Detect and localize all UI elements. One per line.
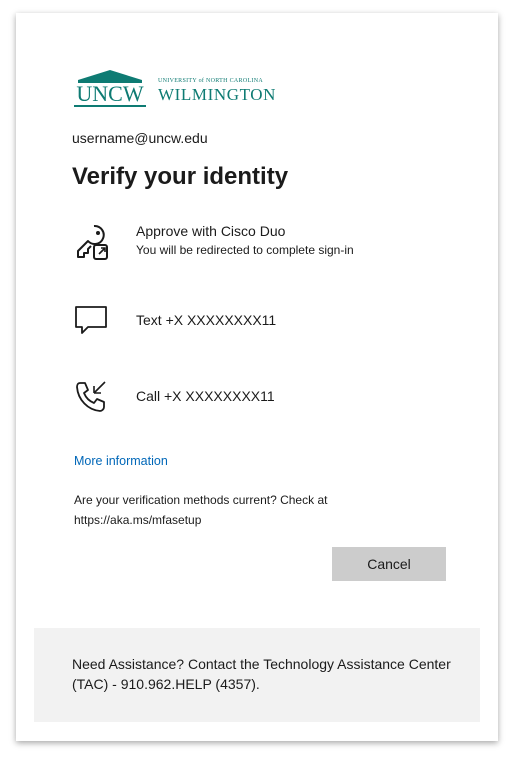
option-duo-label: Approve with Cisco Duo	[136, 223, 286, 239]
uncw-logo: UNCW UNIVERSITY of NORTH CAROLINA WILMIN…	[72, 68, 275, 110]
key-phone-icon	[77, 224, 108, 260]
more-information-link[interactable]: More information	[74, 454, 168, 468]
option-approve-duo[interactable]: Approve with Cisco Duo You will be redir…	[72, 221, 472, 273]
message-icon	[75, 306, 107, 334]
assistance-text: Need Assistance? Contact the Technology …	[72, 656, 451, 692]
phone-call-icon	[76, 381, 106, 412]
uncw-building-logo-icon: UNCW	[74, 70, 146, 107]
username-label: username@uncw.edu	[72, 130, 208, 146]
option-duo-sublabel: You will be redirected to complete sign-…	[136, 243, 354, 257]
page-title: Verify your identity	[72, 163, 289, 190]
option-call[interactable]: Call +X XXXXXXXX11	[72, 377, 472, 429]
verification-methods-text: Are your verification methods current? C…	[74, 493, 328, 527]
sign-in-card: UNCW UNIVERSITY of NORTH CAROLINA WILMIN…	[16, 13, 498, 741]
option-call-label: Call +X XXXXXXXX11	[136, 388, 275, 404]
option-text[interactable]: Text +X XXXXXXXX11	[72, 301, 472, 353]
logo-wilmington-label: WILMINGTON	[158, 85, 277, 104]
assistance-footer: Need Assistance? Contact the Technology …	[34, 628, 480, 722]
logo-university-label: UNIVERSITY of NORTH CAROLINA	[158, 78, 263, 84]
option-text-label: Text +X XXXXXXXX11	[136, 312, 277, 328]
svg-text:UNCW: UNCW	[76, 81, 143, 106]
cancel-button[interactable]: Cancel	[332, 547, 446, 581]
